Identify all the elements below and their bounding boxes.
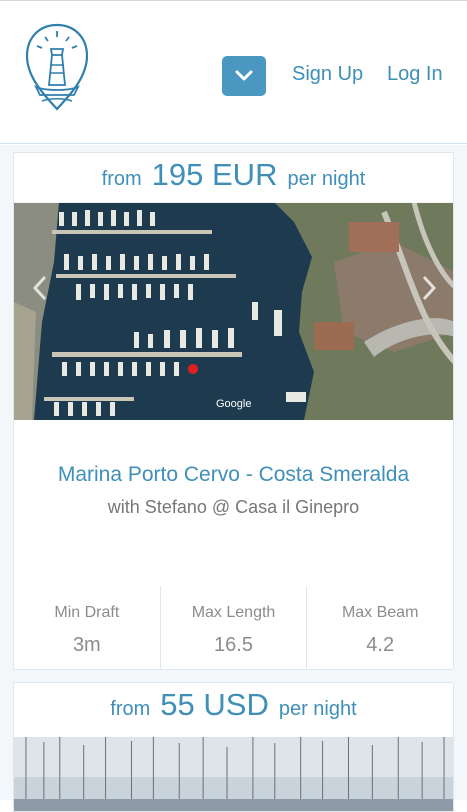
- price-per-label: per night: [287, 168, 366, 190]
- price-amount: 195 EUR: [151, 157, 278, 192]
- chevron-down-icon: [235, 70, 253, 81]
- price-from-label: from: [101, 168, 142, 190]
- lighthouse-logo-icon[interactable]: [22, 21, 92, 113]
- stat-max-beam: Max Beam 4.2: [306, 586, 453, 670]
- stat-label: Max Length: [191, 604, 276, 621]
- listing-feed[interactable]: from 195 EUR per night Google Marina Por…: [0, 145, 467, 812]
- price-from-label: from: [110, 698, 151, 720]
- stat-value: 16.5: [214, 634, 253, 656]
- listing-stats: Min Draft 3m Max Length 16.5 Max Beam 4.…: [14, 586, 453, 670]
- stat-label: Min Draft: [54, 604, 120, 621]
- stat-max-length: Max Length 16.5: [159, 586, 307, 670]
- chevron-left-icon[interactable]: [30, 273, 50, 303]
- listing-photo[interactable]: Google: [14, 202, 453, 420]
- listing-host: with Stefano @ Casa il Ginepro: [107, 497, 360, 517]
- listing-card[interactable]: from 55 USD per night: [13, 682, 454, 812]
- price-per-label: per night: [278, 698, 357, 720]
- listing-photo[interactable]: [14, 737, 453, 812]
- signup-link[interactable]: Sign Up: [292, 63, 363, 86]
- location-marker-icon: [188, 364, 198, 374]
- marina-aerial-image: Google: [14, 202, 453, 420]
- price-banner: from 55 USD per night: [14, 683, 453, 733]
- site-header: Sign Up Log In: [0, 0, 467, 144]
- listing-title[interactable]: Marina Porto Cervo - Costa Smeralda: [14, 463, 453, 487]
- price-amount: 55 USD: [160, 687, 269, 722]
- menu-toggle-button[interactable]: [222, 56, 266, 96]
- listing-card[interactable]: from 195 EUR per night Google Marina Por…: [13, 152, 454, 670]
- stat-min-draft: Min Draft 3m: [14, 586, 160, 670]
- login-link[interactable]: Log In: [387, 63, 443, 86]
- stat-value: 3m: [72, 634, 101, 656]
- price-banner: from 195 EUR per night: [14, 153, 453, 203]
- stat-label: Max Beam: [341, 604, 419, 621]
- map-watermark: Google: [216, 398, 251, 410]
- stat-value: 4.2: [366, 634, 395, 656]
- chevron-right-icon[interactable]: [419, 273, 439, 303]
